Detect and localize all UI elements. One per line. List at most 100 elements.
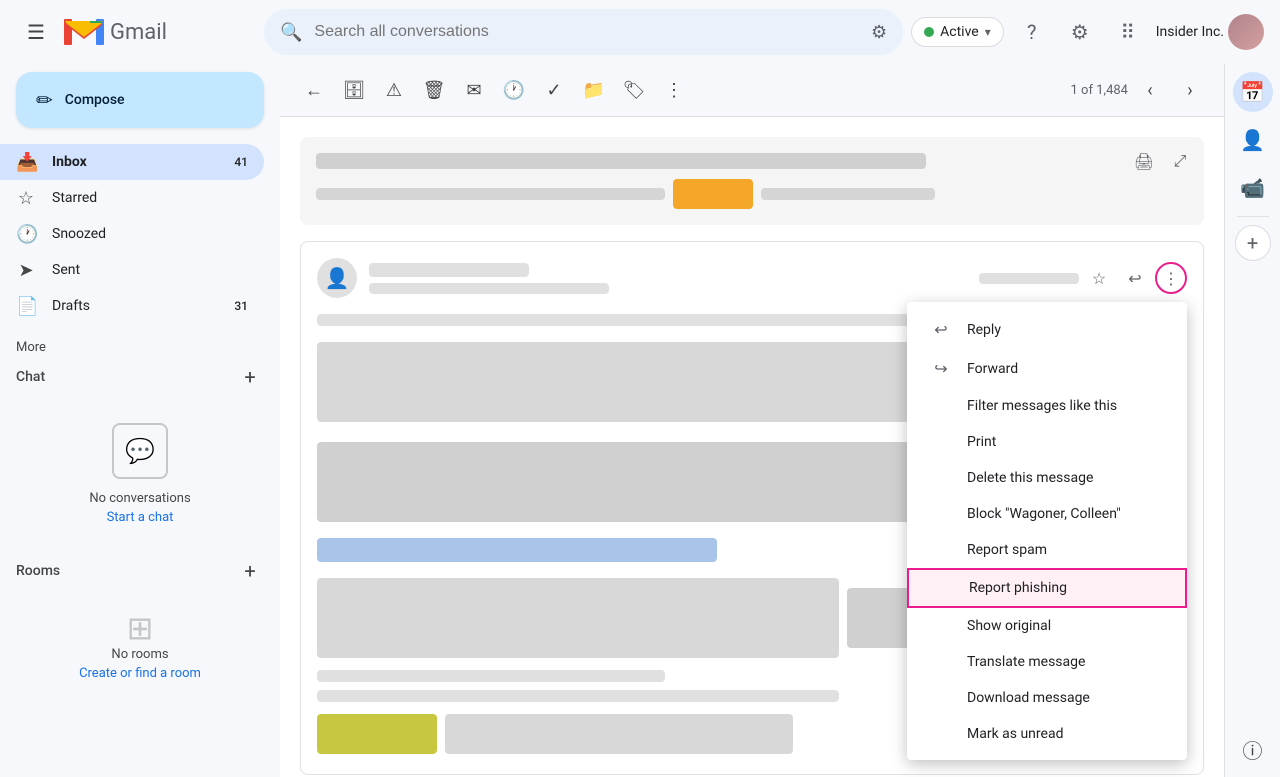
- add-chat-button[interactable]: +: [236, 363, 264, 391]
- dropdown-item-print[interactable]: Print: [907, 424, 1187, 460]
- open-in-new-button[interactable]: ⤢: [1164, 145, 1196, 177]
- avatar[interactable]: [1228, 14, 1264, 50]
- dropdown-item-filter[interactable]: Filter messages like this: [907, 388, 1187, 424]
- print-button[interactable]: 🖨: [1128, 145, 1160, 177]
- search-options-icon[interactable]: ⚙: [871, 22, 887, 43]
- main-layout: ✏ Compose 📥 Inbox 41 ☆ Starred 🕐 Snoozed…: [0, 64, 1280, 777]
- blurred-subject: [316, 153, 926, 169]
- email-toolbar: ← 🗄 ⚠ 🗑 ✉ 🕐 ✓ 📁 🏷: [280, 64, 1224, 117]
- snooze-button[interactable]: 🕐: [496, 72, 532, 108]
- drafts-icon: 📄: [16, 296, 36, 317]
- spam-button[interactable]: ⚠: [376, 72, 412, 108]
- forward-label: Forward: [967, 361, 1018, 377]
- add-task-button[interactable]: ✓: [536, 72, 572, 108]
- next-email-button[interactable]: ›: [1172, 72, 1208, 108]
- more-options-button[interactable]: ⋮: [656, 72, 692, 108]
- blurred-line-1: [316, 188, 665, 200]
- dropdown-item-delete[interactable]: Delete this message: [907, 460, 1187, 496]
- back-button[interactable]: ←: [296, 72, 332, 108]
- dropdown-item-spam[interactable]: Report spam: [907, 532, 1187, 568]
- star-icon: ☆: [1092, 269, 1106, 288]
- dropdown-item-unread[interactable]: Mark as unread: [907, 716, 1187, 752]
- sidebar-item-snoozed[interactable]: 🕐 Snoozed: [0, 216, 264, 252]
- info-panel-button[interactable]: ⓘ: [1233, 729, 1273, 769]
- phishing-label: Report phishing: [969, 580, 1067, 596]
- settings-button[interactable]: ⚙: [1060, 12, 1100, 52]
- reply-quick-button[interactable]: ↩: [1119, 262, 1151, 294]
- compose-button[interactable]: ✏ Compose: [16, 72, 264, 128]
- clock-icon: 🕐: [503, 80, 525, 101]
- add-room-button[interactable]: +: [236, 557, 264, 585]
- email-message: 👤 ☆ ↩ ⋮: [300, 241, 1204, 775]
- dropdown-item-phishing[interactable]: Report phishing: [907, 568, 1187, 608]
- gmail-wordmark: Gmail: [110, 20, 167, 45]
- dropdown-item-translate[interactable]: Translate message: [907, 644, 1187, 680]
- prev-email-button[interactable]: ‹: [1132, 72, 1168, 108]
- starred-icon: ☆: [16, 188, 36, 209]
- no-conversations-text: No conversations: [89, 491, 190, 506]
- sidebar-item-drafts[interactable]: 📄 Drafts 31: [0, 288, 264, 324]
- sidebar-item-starred[interactable]: ☆ Starred: [0, 180, 264, 216]
- calendar-panel-button[interactable]: 📅: [1233, 72, 1273, 112]
- inbox-badge: 41: [234, 155, 248, 169]
- dropdown-item-original[interactable]: Show original: [907, 608, 1187, 644]
- yellow-highlight-block: [673, 179, 753, 209]
- blurred-sender-name: [369, 263, 529, 277]
- unread-label: Mark as unread: [967, 726, 1063, 742]
- chat-section-title: Chat: [16, 369, 45, 385]
- start-chat-link[interactable]: Start a chat: [107, 510, 174, 525]
- add-panel-button[interactable]: +: [1235, 225, 1271, 261]
- dropdown-item-forward[interactable]: ↪ Forward: [907, 349, 1187, 388]
- inbox-label: Inbox: [52, 154, 218, 170]
- labels-button[interactable]: 🏷: [616, 72, 652, 108]
- blurred-row: [316, 179, 1188, 209]
- translate-label: Translate message: [967, 654, 1085, 670]
- sent-label: Sent: [52, 262, 248, 278]
- find-room-link[interactable]: Create or find a room: [79, 666, 201, 681]
- next-arrow-icon: ›: [1187, 80, 1192, 101]
- dropdown-item-reply[interactable]: ↩Reply: [907, 310, 1187, 349]
- help-button[interactable]: ?: [1012, 12, 1052, 52]
- apps-button[interactable]: ⠿: [1108, 12, 1148, 52]
- hamburger-button[interactable]: ☰: [16, 12, 56, 52]
- task-icon: ✓: [546, 80, 561, 101]
- mark-unread-button[interactable]: ✉: [456, 72, 492, 108]
- more-label[interactable]: More: [16, 340, 46, 355]
- active-status-button[interactable]: Active ▾: [911, 17, 1004, 47]
- sidebar: ✏ Compose 📥 Inbox 41 ☆ Starred 🕐 Snoozed…: [0, 64, 280, 777]
- inbox-icon: 📥: [16, 152, 36, 173]
- apps-grid-icon: ⠿: [1120, 20, 1135, 44]
- yellow-bottom-block: [317, 714, 437, 754]
- right-panel: 📅 👤 📹 + ⓘ: [1224, 64, 1280, 777]
- archive-icon: 🗄: [343, 80, 366, 101]
- message-time: [979, 273, 1079, 284]
- rooms-section-header: Rooms +: [0, 549, 280, 593]
- delete-label: Delete this message: [967, 470, 1093, 486]
- search-icon: 🔍: [280, 22, 302, 43]
- dropdown-item-block[interactable]: Block "Wagoner, Colleen": [907, 496, 1187, 532]
- more-message-options-button[interactable]: ⋮: [1155, 262, 1187, 294]
- archive-button[interactable]: 🗄: [336, 72, 372, 108]
- delete-button[interactable]: 🗑: [416, 72, 452, 108]
- chat-section-header: Chat +: [0, 355, 280, 399]
- block-label: Block "Wagoner, Colleen": [967, 506, 1121, 522]
- drafts-badge: 31: [234, 299, 248, 313]
- sidebar-item-sent[interactable]: ➤ Sent: [0, 252, 264, 288]
- dropdown-item-download[interactable]: Download message: [907, 680, 1187, 716]
- message-actions: ☆ ↩ ⋮: [979, 262, 1187, 294]
- forward-icon: ↪: [931, 359, 951, 378]
- body-line-2: [317, 670, 665, 682]
- star-button[interactable]: ☆: [1083, 262, 1115, 294]
- trash-icon: 🗑: [423, 80, 446, 101]
- rooms-section-title: Rooms: [16, 563, 60, 579]
- move-to-button[interactable]: 📁: [576, 72, 612, 108]
- gray-bottom-block: [445, 714, 793, 754]
- search-input[interactable]: [314, 23, 859, 41]
- contacts-panel-button[interactable]: 👤: [1233, 120, 1273, 160]
- message-header: 👤 ☆ ↩ ⋮: [317, 258, 1187, 298]
- nav-section: 📥 Inbox 41 ☆ Starred 🕐 Snoozed ➤ Sent 📄 …: [0, 144, 280, 324]
- meet-panel-button[interactable]: 📹: [1233, 168, 1273, 208]
- snoozed-label: Snoozed: [52, 226, 248, 242]
- chat-empty-icon-wrap: 💬: [112, 423, 168, 479]
- sidebar-item-inbox[interactable]: 📥 Inbox 41: [0, 144, 264, 180]
